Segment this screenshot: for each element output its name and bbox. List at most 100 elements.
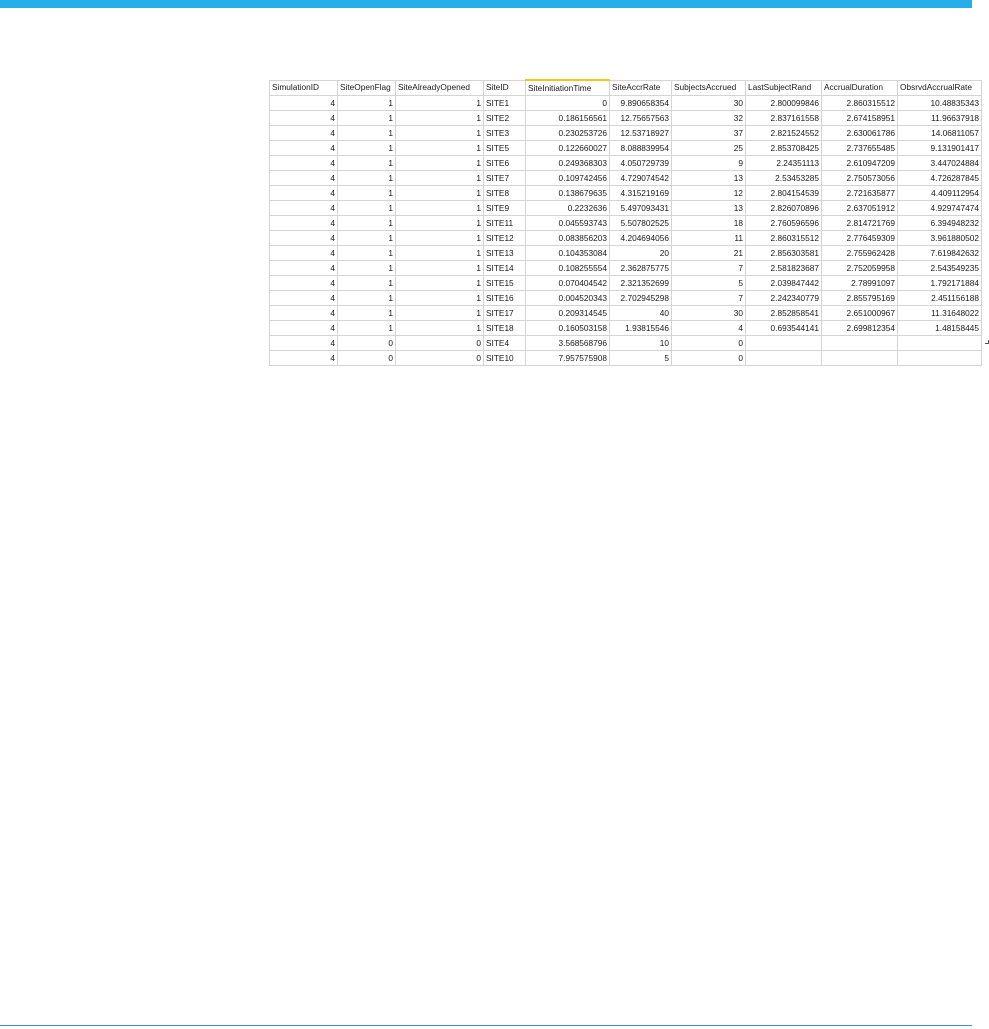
cell-sitealreadyopened[interactable]: 0 [395, 335, 484, 351]
cell-siteaccrrate[interactable]: 8.088839954 [609, 140, 672, 156]
cell-subjectsaccrued[interactable]: 11 [671, 230, 746, 246]
cell-obsrvdaccrualrate[interactable]: 4.409112954 [897, 185, 982, 201]
cell-siteid[interactable]: SITE7 [483, 170, 526, 186]
cell-sitealreadyopened[interactable]: 1 [395, 170, 484, 186]
cell-siteinitiationtime[interactable]: 0.186156561 [525, 110, 610, 126]
cell-siteid[interactable]: SITE2 [483, 110, 526, 126]
cell-sitealreadyopened[interactable]: 1 [395, 305, 484, 321]
cell-simulationid[interactable]: 4 [269, 305, 338, 321]
cell-siteaccrrate[interactable]: 2.321352699 [609, 275, 672, 291]
cell-obsrvdaccrualrate[interactable]: 2.543549235 [897, 260, 982, 276]
cell-siteaccrrate[interactable]: 4.204694056 [609, 230, 672, 246]
cell-siteinitiationtime[interactable]: 0.083856203 [525, 230, 610, 246]
cell-siteinitiationtime[interactable]: 0.108255554 [525, 260, 610, 276]
cell-siteinitiationtime[interactable]: 0.004520343 [525, 290, 610, 306]
cell-sitealreadyopened[interactable]: 1 [395, 125, 484, 141]
cell-sitealreadyopened[interactable]: 1 [395, 275, 484, 291]
cell-accrualduration[interactable]: 2.737655485 [821, 140, 898, 156]
cell-accrualduration[interactable]: 2.699812354 [821, 320, 898, 336]
cell-accrualduration[interactable]: 2.78991097 [821, 275, 898, 291]
cell-siteopenflag[interactable]: 1 [337, 95, 396, 111]
cell-siteinitiationtime[interactable]: 0.070404542 [525, 275, 610, 291]
cell-accrualduration[interactable]: 2.855795169 [821, 290, 898, 306]
cell-obsrvdaccrualrate[interactable]: 3.961880502 [897, 230, 982, 246]
cell-accrualduration[interactable]: 2.651000967 [821, 305, 898, 321]
cell-obsrvdaccrualrate[interactable] [897, 350, 982, 366]
cell-simulationid[interactable]: 4 [269, 245, 338, 261]
cell-siteopenflag[interactable]: 1 [337, 320, 396, 336]
cell-siteaccrrate[interactable]: 12.53718927 [609, 125, 672, 141]
cell-siteid[interactable]: SITE10 [483, 350, 526, 366]
cell-siteid[interactable]: SITE13 [483, 245, 526, 261]
cell-simulationid[interactable]: 4 [269, 275, 338, 291]
cell-siteopenflag[interactable]: 0 [337, 350, 396, 366]
cell-siteinitiationtime[interactable]: 0.138679635 [525, 185, 610, 201]
cell-accrualduration[interactable] [821, 335, 898, 351]
cell-sitealreadyopened[interactable]: 1 [395, 140, 484, 156]
cell-lastsubjectrand[interactable]: 2.837161558 [745, 110, 822, 126]
cell-subjectsaccrued[interactable]: 25 [671, 140, 746, 156]
cell-obsrvdaccrualrate[interactable]: 11.31648022 [897, 305, 982, 321]
cell-siteid[interactable]: SITE11 [483, 215, 526, 231]
cell-subjectsaccrued[interactable]: 30 [671, 305, 746, 321]
cell-siteid[interactable]: SITE3 [483, 125, 526, 141]
cell-sitealreadyopened[interactable]: 1 [395, 260, 484, 276]
cell-sitealreadyopened[interactable]: 1 [395, 155, 484, 171]
cell-subjectsaccrued[interactable]: 7 [671, 290, 746, 306]
cell-siteopenflag[interactable]: 1 [337, 275, 396, 291]
cell-siteaccrrate[interactable]: 4.050729739 [609, 155, 672, 171]
cell-sitealreadyopened[interactable]: 1 [395, 200, 484, 216]
cell-siteaccrrate[interactable]: 12.75657563 [609, 110, 672, 126]
cell-lastsubjectrand[interactable]: 2.581823687 [745, 260, 822, 276]
cell-siteaccrrate[interactable]: 4.315219169 [609, 185, 672, 201]
cell-accrualduration[interactable]: 2.610947209 [821, 155, 898, 171]
cell-subjectsaccrued[interactable]: 13 [671, 170, 746, 186]
cell-siteopenflag[interactable]: 1 [337, 215, 396, 231]
column-header-accrualduration[interactable]: AccrualDuration [821, 79, 898, 96]
cell-simulationid[interactable]: 4 [269, 215, 338, 231]
cell-sitealreadyopened[interactable]: 1 [395, 185, 484, 201]
cell-siteid[interactable]: SITE15 [483, 275, 526, 291]
cell-lastsubjectrand[interactable]: 2.856303581 [745, 245, 822, 261]
cell-obsrvdaccrualrate[interactable]: 1.792171884 [897, 275, 982, 291]
cell-siteopenflag[interactable]: 1 [337, 290, 396, 306]
cell-siteinitiationtime[interactable]: 0.045593743 [525, 215, 610, 231]
cell-sitealreadyopened[interactable]: 1 [395, 290, 484, 306]
cell-siteid[interactable]: SITE9 [483, 200, 526, 216]
cell-obsrvdaccrualrate[interactable]: 6.394948232 [897, 215, 982, 231]
cell-sitealreadyopened[interactable]: 1 [395, 230, 484, 246]
cell-obsrvdaccrualrate[interactable]: 2.451156188 [897, 290, 982, 306]
cell-subjectsaccrued[interactable]: 21 [671, 245, 746, 261]
cell-sitealreadyopened[interactable]: 1 [395, 110, 484, 126]
column-header-siteid[interactable]: SiteID [483, 79, 526, 96]
cell-simulationid[interactable]: 4 [269, 335, 338, 351]
cell-obsrvdaccrualrate[interactable]: 4.929747474 [897, 200, 982, 216]
cell-siteaccrrate[interactable]: 2.362875775 [609, 260, 672, 276]
cell-siteid[interactable]: SITE16 [483, 290, 526, 306]
cell-lastsubjectrand[interactable]: 2.860315512 [745, 230, 822, 246]
cell-accrualduration[interactable] [821, 350, 898, 366]
column-header-siteaccrrate[interactable]: SiteAccrRate [609, 79, 672, 96]
selection-corner-handle[interactable] [985, 340, 989, 344]
cell-subjectsaccrued[interactable]: 37 [671, 125, 746, 141]
column-header-obsrvdaccrualrate[interactable]: ObsrvdAccrualRate [897, 79, 982, 96]
cell-lastsubjectrand[interactable]: 0.693544141 [745, 320, 822, 336]
cell-siteopenflag[interactable]: 1 [337, 170, 396, 186]
cell-siteopenflag[interactable]: 1 [337, 200, 396, 216]
cell-lastsubjectrand[interactable]: 2.826070896 [745, 200, 822, 216]
cell-siteaccrrate[interactable]: 1.93815546 [609, 320, 672, 336]
cell-siteid[interactable]: SITE4 [483, 335, 526, 351]
cell-siteopenflag[interactable]: 1 [337, 245, 396, 261]
cell-siteinitiationtime[interactable]: 0.104353084 [525, 245, 610, 261]
cell-subjectsaccrued[interactable]: 9 [671, 155, 746, 171]
cell-obsrvdaccrualrate[interactable]: 1.48158445 [897, 320, 982, 336]
cell-sitealreadyopened[interactable]: 1 [395, 95, 484, 111]
cell-obsrvdaccrualrate[interactable] [897, 335, 982, 351]
cell-simulationid[interactable]: 4 [269, 320, 338, 336]
cell-lastsubjectrand[interactable]: 2.039847442 [745, 275, 822, 291]
cell-siteaccrrate[interactable]: 20 [609, 245, 672, 261]
cell-accrualduration[interactable]: 2.750573056 [821, 170, 898, 186]
column-header-sitealreadyopened[interactable]: SiteAlreadyOpened [395, 79, 484, 96]
cell-siteinitiationtime[interactable]: 0.230253726 [525, 125, 610, 141]
cell-sitealreadyopened[interactable]: 1 [395, 320, 484, 336]
